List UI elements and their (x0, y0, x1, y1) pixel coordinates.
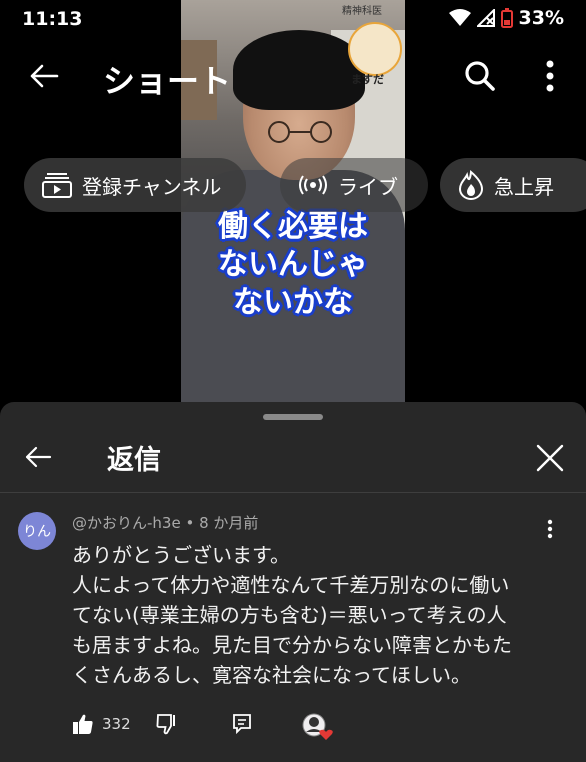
like-count: 332 (102, 715, 131, 733)
channel-badge-name: ますだ (351, 73, 384, 86)
reply-button[interactable] (232, 713, 252, 735)
comment-line: てない(専業主婦の方も含む)＝悪いって考えの人 (72, 603, 507, 627)
creator-heart-icon (302, 713, 333, 740)
comment-menu-button[interactable] (540, 516, 560, 542)
channel-badge-label: 精神科医 (342, 6, 382, 17)
comment-meta: @かおりん-h3e • 8 か月前 (72, 512, 258, 533)
video-caption-line-1: 働く必要は (218, 209, 368, 244)
video-caption-line-2: ないんじゃ (218, 247, 368, 282)
video-person-hair (233, 30, 365, 110)
comment-text: ありがとうございます。 人によって体力や適性なんて千差万別なのに働い てない(専… (72, 540, 542, 690)
arrow-left-icon (25, 446, 52, 468)
chip-label: ライブ (338, 174, 398, 199)
chip-label: 急上昇 (494, 174, 554, 199)
chip-label: 登録チャンネル (82, 174, 222, 199)
comment-line: くさんあるし、寛容な社会になってほしい。 (72, 663, 471, 687)
comment-author[interactable]: @かおりん-h3e (72, 514, 181, 532)
close-button[interactable] (532, 440, 568, 476)
panel-divider (0, 492, 586, 493)
search-button[interactable] (460, 56, 500, 96)
dislike-button[interactable] (156, 713, 178, 735)
live-icon (299, 175, 327, 195)
status-indicators: 33% (448, 7, 564, 29)
drag-handle[interactable] (263, 414, 323, 420)
status-time: 11:13 (22, 8, 83, 30)
video-person-glasses (268, 121, 332, 143)
meta-separator: • (185, 514, 195, 532)
more-options-button[interactable] (535, 56, 565, 96)
thumbs-up-icon (73, 714, 93, 734)
like-button[interactable]: 332 (72, 713, 131, 735)
battery-percent: 33% (518, 7, 564, 29)
arrow-left-icon (30, 64, 59, 88)
back-button[interactable] (24, 58, 64, 94)
panel-title: 返信 (107, 445, 161, 476)
close-icon (536, 444, 564, 472)
wifi-icon (448, 9, 471, 26)
subscriptions-icon (42, 173, 72, 198)
video-caption-line-3: ないかな (233, 285, 353, 320)
page-title: ショート (103, 62, 232, 100)
more-vertical-icon (547, 519, 553, 539)
thumbs-down-icon (156, 714, 175, 735)
avatar[interactable]: りん (18, 512, 56, 550)
creator-heart (302, 713, 334, 741)
comment-line: 人によって体力や適性なんて千差万別なのに働い (72, 573, 510, 597)
comment-line: ありがとうございます。 (72, 543, 290, 567)
chip-trending[interactable]: 急上昇 (440, 158, 586, 212)
panel-back-button[interactable] (20, 440, 56, 474)
comment-time: 8 か月前 (199, 514, 259, 532)
signal-icon (476, 9, 495, 27)
comment-icon (233, 714, 251, 735)
battery-icon (500, 8, 513, 28)
comment-line: も居ますよね。見た目で分からない障害とかもた (72, 633, 512, 657)
more-vertical-icon (546, 60, 554, 92)
chip-subscriptions[interactable]: 登録チャンネル (24, 158, 246, 212)
search-icon (465, 61, 495, 91)
chip-live[interactable]: ライブ (280, 158, 428, 212)
channel-badge-avatar (348, 22, 402, 76)
trending-icon (458, 170, 484, 200)
